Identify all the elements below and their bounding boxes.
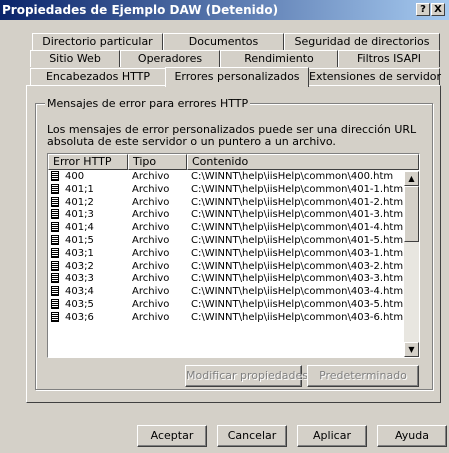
cell-content: C:\WINNT\help\iisHelp\common\400.htm — [191, 171, 394, 182]
help-button[interactable]: ? — [416, 3, 430, 16]
error-list[interactable]: Error HTTP Tipo Contenido 400 Archivo C:\W… — [47, 153, 420, 358]
default-button[interactable]: Predeterminado — [307, 365, 419, 387]
cell-content: C:\WINNT\help\iisHelp\common\401-2.htm — [191, 196, 404, 208]
cell-error-code: 403;5 — [65, 298, 94, 310]
cell-content: C:\WINNT\help\iisHelp\common\401-1.htm — [191, 183, 404, 195]
file-icon — [51, 286, 59, 297]
tab-rendimiento[interactable]: Rendimiento — [220, 50, 338, 67]
cell-type: Archivo — [132, 209, 170, 221]
tab-row-1: Directorio particular Documentos Segurid… — [32, 33, 440, 50]
ok-button[interactable]: Aceptar — [137, 425, 207, 447]
cell-error-code: 403;3 — [65, 273, 94, 285]
table-row[interactable]: 401;2 Archivo C:\WINNT\help\iisHelp\common… — [48, 196, 404, 210]
tab-errores-personalizados[interactable]: Errores personalizados — [165, 67, 309, 87]
cell-error-code: 403;6 — [65, 311, 94, 323]
cell-type: Archivo — [132, 311, 170, 323]
cell-content: C:\WINNT\help\iisHelp\common\401-3.htm — [191, 209, 404, 221]
table-row[interactable]: 403;6 Archivo C:\WINNT\help\iisHelp\common… — [48, 311, 404, 325]
group-legend: Mensajes de error para errores HTTP — [45, 97, 251, 110]
cancel-button[interactable]: Cancelar — [217, 425, 287, 447]
cell-content: C:\WINNT\help\iisHelp\common\403-1.htm — [191, 247, 404, 259]
file-icon — [51, 298, 59, 309]
cell-error-code: 401;1 — [65, 183, 94, 195]
tab-encabezados-http[interactable]: Encabezados HTTP — [30, 68, 166, 85]
column-header-error-http[interactable]: Error HTTP — [48, 154, 128, 170]
tab-filtros-isapi[interactable]: Filtros ISAPI — [338, 50, 440, 67]
file-icon — [51, 171, 59, 181]
title-bar[interactable]: Propiedades de Ejemplo DAW (Detenido) ? … — [0, 0, 449, 20]
table-row[interactable]: 401;3 Archivo C:\WINNT\help\iisHelp\common… — [48, 209, 404, 222]
close-button[interactable]: X — [431, 3, 445, 16]
column-header-tipo[interactable]: Tipo — [128, 154, 187, 170]
cell-error-code: 400 — [65, 171, 85, 182]
file-icon — [51, 260, 59, 271]
table-row[interactable]: 400 Archivo C:\WINNT\help\iisHelp\common\4… — [48, 171, 404, 184]
cell-content: C:\WINNT\help\iisHelp\common\403-3.htm — [191, 273, 404, 285]
file-icon — [51, 273, 59, 284]
cell-error-code: 401;3 — [65, 209, 94, 221]
file-icon — [51, 234, 59, 245]
cell-error-code: 401;2 — [65, 196, 94, 208]
cell-type: Archivo — [132, 234, 170, 246]
table-row[interactable]: 401;5 Archivo C:\WINNT\help\iisHelp\common… — [48, 234, 404, 248]
cell-type: Archivo — [132, 273, 170, 285]
scroll-thumb[interactable] — [404, 186, 419, 242]
file-icon — [51, 209, 59, 220]
column-header-contenido[interactable]: Contenido — [187, 154, 419, 170]
cell-type: Archivo — [132, 298, 170, 310]
cell-content: C:\WINNT\help\iisHelp\common\403-5.htm — [191, 298, 404, 310]
group-description: Los mensajes de error personalizados pue… — [47, 123, 417, 148]
table-row[interactable]: 403;3 Archivo C:\WINNT\help\iisHelp\common… — [48, 273, 404, 286]
cell-type: Archivo — [132, 196, 170, 208]
table-row[interactable]: 401;1 Archivo C:\WINNT\help\iisHelp\common… — [48, 183, 404, 197]
scroll-down-button[interactable]: ▼ — [404, 342, 419, 357]
table-row[interactable]: 401;4 Archivo C:\WINNT\help\iisHelp\common… — [48, 222, 404, 235]
tab-seguridad-directorios[interactable]: Seguridad de directorios — [284, 33, 440, 50]
cell-type: Archivo — [132, 247, 170, 259]
table-row[interactable]: 403;2 Archivo C:\WINNT\help\iisHelp\common… — [48, 260, 404, 274]
table-row[interactable]: 403;4 Archivo C:\WINNT\help\iisHelp\common… — [48, 286, 404, 299]
modify-properties-button[interactable]: Modificar propiedades... — [185, 365, 319, 387]
cell-type: Archivo — [132, 171, 170, 182]
file-icon — [51, 183, 59, 194]
cell-type: Archivo — [132, 260, 170, 272]
table-row[interactable]: 403;5 Archivo C:\WINNT\help\iisHelp\common… — [48, 298, 404, 312]
cell-content: C:\WINNT\help\iisHelp\common\401-4.htm — [191, 222, 404, 234]
cell-content: C:\WINNT\help\iisHelp\common\403-4.htm — [191, 286, 404, 298]
file-icon — [51, 311, 59, 322]
cell-type: Archivo — [132, 286, 170, 298]
cell-content: C:\WINNT\help\iisHelp\common\401-5.htm — [191, 234, 404, 246]
tab-documentos[interactable]: Documentos — [163, 33, 284, 50]
properties-dialog: Propiedades de Ejemplo DAW (Detenido) ? … — [0, 0, 449, 453]
cell-error-code: 403;1 — [65, 247, 94, 259]
list-header: Error HTTP Tipo Contenido — [48, 154, 419, 170]
tab-operadores[interactable]: Operadores — [120, 50, 220, 67]
table-row[interactable]: 403;1 Archivo C:\WINNT\help\iisHelp\common… — [48, 247, 404, 261]
apply-button[interactable]: Aplicar — [297, 425, 367, 447]
cell-type: Archivo — [132, 222, 170, 234]
cell-error-code: 401;5 — [65, 234, 94, 246]
vertical-scrollbar[interactable]: ▲ ▼ — [404, 171, 419, 357]
cell-content: C:\WINNT\help\iisHelp\common\403-2.htm — [191, 260, 404, 272]
window-title: Propiedades de Ejemplo DAW (Detenido) — [2, 3, 279, 17]
file-icon — [51, 222, 59, 233]
scroll-up-button[interactable]: ▲ — [404, 171, 419, 186]
file-icon — [51, 247, 59, 258]
help-dialog-button[interactable]: Ayuda — [377, 425, 447, 447]
cell-error-code: 403;4 — [65, 286, 94, 298]
cell-content: C:\WINNT\help\iisHelp\common\403-6.htm — [191, 311, 404, 323]
cell-error-code: 401;4 — [65, 222, 94, 234]
tab-directorio-particular[interactable]: Directorio particular — [32, 33, 163, 50]
list-rows: 400 Archivo C:\WINNT\help\iisHelp\common\4… — [48, 171, 404, 325]
cell-type: Archivo — [132, 183, 170, 195]
cell-error-code: 403;2 — [65, 260, 94, 272]
tab-extensiones-servidor[interactable]: Extensiones de servidor — [308, 68, 441, 85]
tab-row-2: Sitio Web Operadores Rendimiento Filtros… — [30, 50, 440, 67]
tab-sitio-web[interactable]: Sitio Web — [30, 50, 120, 67]
file-icon — [51, 196, 59, 207]
